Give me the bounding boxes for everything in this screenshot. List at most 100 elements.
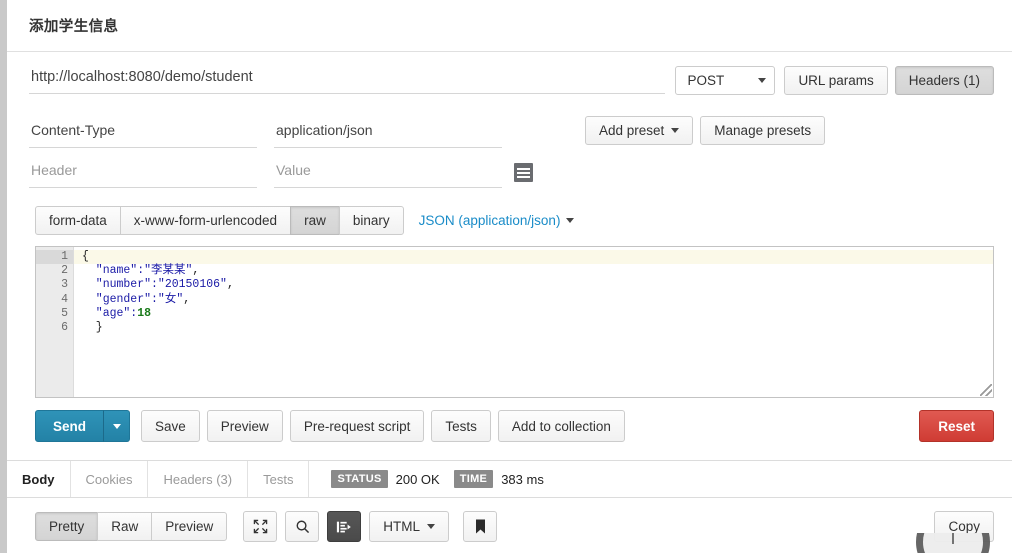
view-mode-pretty[interactable]: Pretty (35, 512, 99, 541)
indent-glyph (337, 521, 352, 532)
url-params-button[interactable]: URL params (784, 66, 888, 95)
response-toolbar: Pretty Raw Preview HTML Copy (7, 498, 1012, 542)
line-number: 6 (61, 320, 68, 334)
view-mode-preview[interactable]: Preview (151, 512, 228, 541)
header-row-empty (29, 148, 539, 188)
chevron-down-icon (566, 218, 575, 223)
time-badge: TIME (453, 470, 494, 488)
body-type-row: form-data x-www-form-urlencoded raw bina… (7, 188, 1012, 235)
http-method-select[interactable]: POST (675, 66, 776, 95)
code-token: 18 (137, 306, 152, 320)
save-button[interactable]: Save (141, 410, 200, 442)
response-view-modes: Pretty Raw Preview (35, 512, 228, 541)
preset-buttons: Add preset Manage presets (585, 108, 826, 188)
url-input[interactable] (29, 66, 666, 94)
watermark-clip (882, 533, 1012, 553)
manage-presets-button[interactable]: Manage presets (700, 116, 826, 145)
request-body-editor[interactable]: 1 2 3 4 5 6 { "name":"李某某", "number":"20… (35, 246, 994, 398)
bulk-edit-icon[interactable] (514, 163, 533, 182)
headers-section: Add preset Manage presets (7, 100, 1012, 188)
chevron-down-icon (427, 524, 436, 529)
code-token: { (82, 250, 89, 263)
http-method-value: POST (687, 73, 725, 88)
request-title: 添加学生信息 (29, 19, 119, 35)
code-token: , (183, 292, 191, 306)
bulk-edit-line (517, 175, 530, 178)
code-token: "age": (82, 306, 138, 320)
tab-headers[interactable]: Headers (3) (148, 461, 249, 497)
chevron-down-icon (112, 423, 121, 429)
preview-button[interactable]: Preview (206, 410, 283, 442)
bulk-edit-line (517, 171, 530, 174)
response-format-dropdown[interactable]: HTML (369, 511, 450, 542)
add-preset-button[interactable]: Add preset (585, 116, 694, 145)
bulk-edit-line (517, 167, 530, 170)
header-value-input-new[interactable] (274, 158, 502, 188)
send-button[interactable]: Send (35, 410, 105, 442)
code-token: "number":"20150106" (82, 278, 227, 292)
bookmark-glyph (475, 519, 485, 534)
content-type-dropdown[interactable]: JSON (application/json) (419, 213, 575, 228)
header-key-input-new[interactable] (29, 158, 257, 188)
reset-button[interactable]: Reset (919, 410, 994, 442)
code-token: , (192, 264, 200, 278)
code-line: "name":"李某某", (74, 264, 993, 278)
url-row: POST URL params Headers (1) (7, 52, 1012, 100)
search-icon[interactable] (285, 511, 320, 542)
send-options-button[interactable] (103, 410, 131, 442)
expand-glyph (253, 519, 268, 534)
body-type-segmented-control: form-data x-www-form-urlencoded raw bina… (35, 206, 404, 235)
code-line: { (74, 250, 993, 265)
headers-toggle-button[interactable]: Headers (1) (894, 66, 994, 95)
body-type-form-data[interactable]: form-data (35, 206, 121, 235)
line-number: 1 (36, 250, 82, 265)
line-number: 4 (61, 292, 68, 306)
postman-window: 添加学生信息 POST URL params Headers (1) (0, 0, 1012, 553)
line-number: 3 (61, 278, 68, 292)
body-type-binary[interactable]: binary (338, 206, 404, 235)
chevron-down-icon (758, 78, 767, 83)
editor-resize-handle[interactable] (980, 384, 992, 396)
main-content: 添加学生信息 POST URL params Headers (1) (7, 0, 1012, 553)
editor-code-area[interactable]: { "name":"李某某", "number":"20150106", "ge… (74, 247, 993, 397)
tests-button[interactable]: Tests (431, 410, 491, 442)
header-value-input[interactable] (274, 118, 502, 148)
code-token: } (82, 320, 103, 334)
code-line: "gender":"女", (74, 293, 993, 307)
left-edge-strip (0, 0, 7, 553)
pre-request-script-button[interactable]: Pre-request script (289, 410, 425, 442)
add-preset-label: Add preset (599, 123, 665, 138)
headers-table (29, 108, 539, 188)
line-number: 5 (61, 306, 68, 320)
response-tabs: Body Cookies Headers (3) Tests STATUS 20… (7, 461, 1012, 498)
code-token: , (226, 278, 234, 292)
request-actions: Send Save Preview Pre-request script Tes… (7, 398, 1012, 442)
time-value: 383 ms (501, 471, 544, 487)
tab-body[interactable]: Body (7, 461, 71, 497)
line-number: 2 (61, 264, 68, 278)
chevron-down-icon (671, 128, 680, 133)
expand-icon[interactable] (243, 511, 278, 542)
body-type-urlencoded[interactable]: x-www-form-urlencoded (119, 206, 292, 235)
code-token: "gender":"女" (82, 292, 184, 306)
code-line: "number":"20150106", (74, 278, 993, 292)
status-badge: STATUS (331, 470, 388, 488)
status-value: 200 OK (395, 471, 440, 487)
add-to-collection-button[interactable]: Add to collection (497, 410, 625, 442)
code-line: } (74, 321, 993, 335)
response-status-group: STATUS 200 OK TIME 383 ms (309, 461, 549, 497)
body-type-raw[interactable]: raw (290, 206, 340, 235)
header-row-filled (29, 108, 539, 148)
view-mode-raw[interactable]: Raw (97, 512, 153, 541)
watermark-logo (916, 533, 990, 553)
header-key-input[interactable] (29, 118, 257, 148)
bookmark-icon[interactable] (463, 511, 498, 542)
magnifier-glyph (296, 520, 309, 533)
tab-cookies[interactable]: Cookies (71, 461, 149, 497)
code-line: "age":18 (74, 307, 993, 321)
response-format-label: HTML (383, 519, 421, 534)
code-token: "name":"李某某" (82, 264, 193, 278)
indent-icon[interactable] (327, 511, 362, 542)
request-titlebar: 添加学生信息 (7, 0, 1012, 52)
tab-tests[interactable]: Tests (248, 461, 310, 497)
